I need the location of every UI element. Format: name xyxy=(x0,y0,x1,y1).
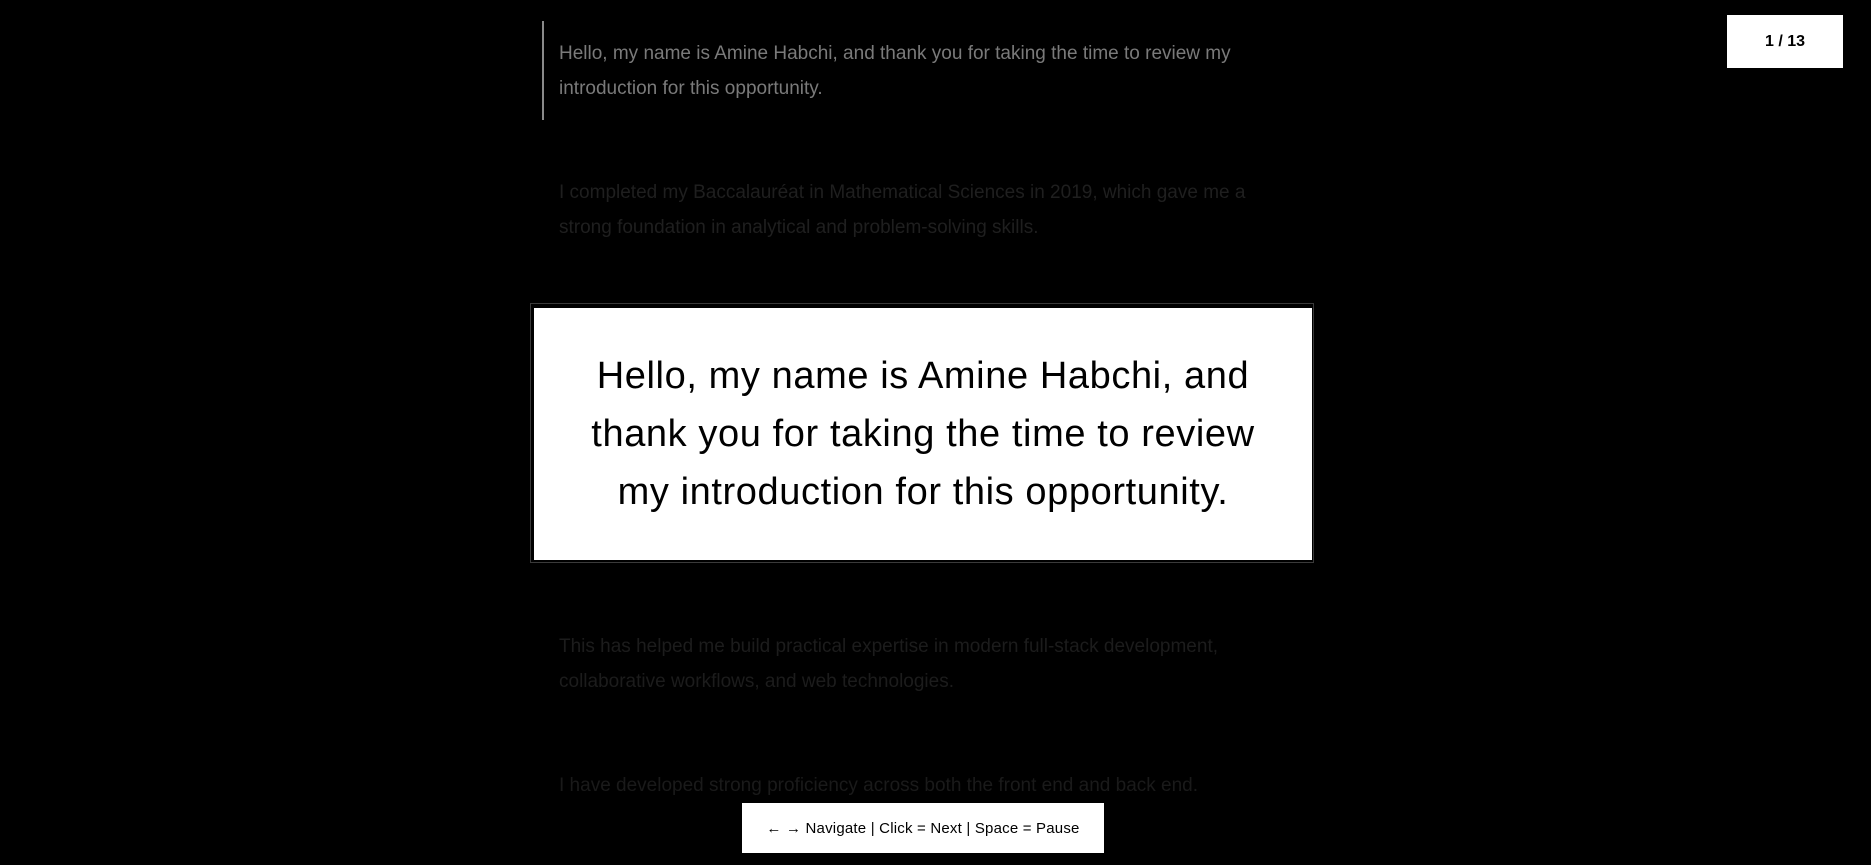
script-paragraph-active[interactable]: Hello, my name is Amine Habchi, and than… xyxy=(559,36,1259,106)
slide-counter: 1 / 13 xyxy=(1727,15,1843,68)
focus-card-text: Hello, my name is Amine Habchi, and than… xyxy=(591,355,1255,513)
script-paragraph[interactable]: I completed my Baccalauréat in Mathemati… xyxy=(559,175,1259,245)
presentation-stage[interactable]: Hello, my name is Amine Habchi, and than… xyxy=(0,0,1871,865)
focus-card[interactable]: Hello, my name is Amine Habchi, and than… xyxy=(534,308,1312,560)
keyboard-hint: ← → Navigate | Click = Next | Space = Pa… xyxy=(742,803,1104,853)
keyboard-hint-label: ← → Navigate | Click = Next | Space = Pa… xyxy=(766,819,1080,837)
slide-counter-label: 1 / 13 xyxy=(1764,32,1806,50)
script-paragraph[interactable]: This has helped me build practical exper… xyxy=(559,629,1259,699)
script-paragraph[interactable]: I have developed strong proficiency acro… xyxy=(559,768,1259,803)
active-paragraph-indicator xyxy=(542,21,544,120)
